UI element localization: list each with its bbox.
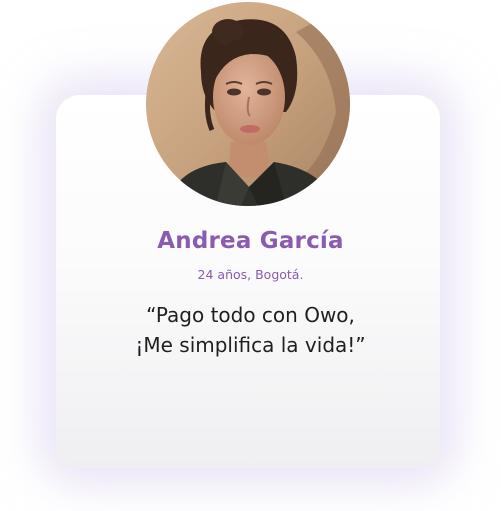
testimonial-quote: “Pago todo con Owo, ¡Me simplifica la vi… (0, 300, 501, 360)
quote-line-1: “Pago todo con Owo, (146, 303, 355, 327)
portrait-photo (146, 2, 350, 206)
testimonial-section: Andrea García 24 años, Bogotá. “Pago tod… (0, 0, 501, 511)
avatar (146, 2, 350, 206)
quote-line-2: ¡Me simplifica la vida!” (135, 333, 366, 357)
person-name: Andrea García (157, 228, 344, 254)
person-details: 24 años, Bogotá. (197, 267, 304, 282)
